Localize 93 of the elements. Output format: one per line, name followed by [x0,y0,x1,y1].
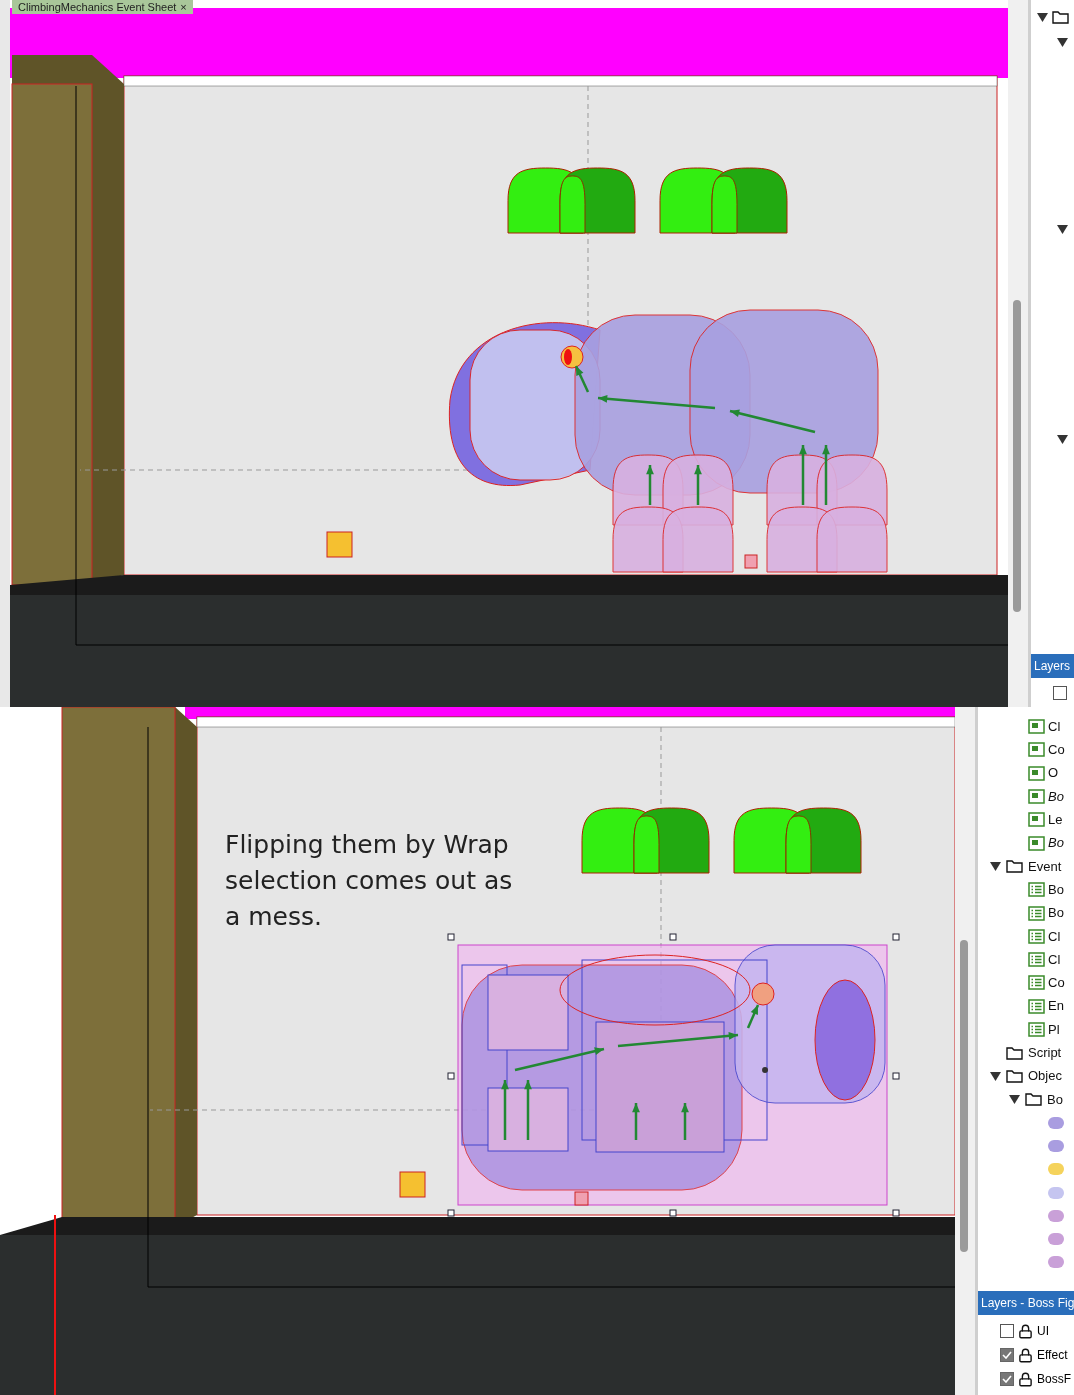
sprite-thumbnail-icon[interactable] [1048,1209,1064,1222]
square-sprite [399,1171,426,1198]
arrow-icon [729,409,816,434]
checkbox[interactable] [1053,685,1067,700]
layout-icon [1028,789,1045,805]
sprite-thumbnail-icon[interactable] [1048,1186,1064,1199]
layer-name[interactable]: BossF [1037,1370,1071,1388]
arrow-icon [646,465,654,505]
tree-item[interactable]: Pl [1048,1019,1060,1040]
resize-handle[interactable] [447,933,455,941]
event-sheet-icon [1028,952,1045,968]
folder-icon [1025,1092,1042,1107]
scrollbar-thumb[interactable] [960,940,968,1252]
event-sheet-icon [1028,975,1045,991]
expand-arrow-icon[interactable] [1057,435,1068,444]
arrow-icon [514,1047,605,1072]
folder-icon [1006,1069,1023,1084]
tree-item[interactable]: Co [1048,973,1065,993]
tree-item[interactable]: Co [1048,740,1065,760]
expand-arrow-icon[interactable] [1057,225,1068,234]
checkbox[interactable] [1000,1372,1014,1386]
resize-handle[interactable] [447,1209,455,1217]
arrow-icon [597,394,716,410]
tree-item[interactable]: O [1048,763,1059,783]
sprite-thumbnail-icon[interactable] [1048,1163,1064,1176]
layout-icon [1028,719,1045,735]
layout-icon [1028,812,1045,828]
folder-icon [1052,10,1069,24]
event-sheet-icon [1028,928,1045,944]
resize-handle[interactable] [892,933,900,941]
layout-icon [1028,742,1045,758]
arrow-icon [501,1080,509,1140]
layers-panel-title[interactable]: Layers [1031,654,1074,678]
close-icon[interactable]: × [180,1,187,13]
annotation-text: Flipping them by Wrap selection comes out as a mess. [225,829,514,933]
tree-item[interactable]: Bo [1048,879,1064,900]
lock-icon[interactable] [1018,1323,1033,1339]
tree-item[interactable]: En [1048,996,1064,1016]
event-sheet-icon [1028,1022,1045,1037]
expand-arrow-icon[interactable] [990,1071,1001,1081]
arrow-icon [799,445,807,505]
tree-item[interactable]: Cl [1048,949,1061,970]
square-sprite [326,531,353,558]
event-sheet-icon [1028,882,1045,898]
layer-name[interactable]: UI [1037,1322,1049,1340]
folder-icon [1006,859,1023,874]
lock-icon[interactable] [1018,1347,1033,1363]
checkbox[interactable] [1000,1324,1014,1338]
sprite-thumbnail-icon[interactable] [1048,1233,1064,1246]
layout-icon [1028,765,1045,781]
folder-icon [1006,1045,1023,1060]
lock-icon[interactable] [1018,1371,1033,1387]
small-square-sprite [574,1191,589,1206]
resize-handle[interactable] [669,933,677,941]
resize-handle[interactable] [447,1072,455,1080]
layout-icon [1028,835,1045,851]
sprite-thumbnail-icon[interactable] [1048,1256,1064,1269]
tree-item[interactable]: Event [1028,856,1062,877]
expand-arrow-icon[interactable] [1037,12,1048,22]
expand-arrow-icon[interactable] [1057,38,1068,47]
arrow-icon [681,1103,689,1140]
tree-item[interactable]: Bo [1048,833,1064,853]
expand-arrow-icon[interactable] [990,861,1001,871]
arrow-icon [632,1103,640,1140]
editor-tab[interactable]: ClimbingMechanics Event Sheet × [12,0,193,14]
tree-item[interactable]: Objec [1028,1066,1062,1086]
tree-item[interactable]: Bo [1048,903,1064,923]
expand-arrow-icon[interactable] [1009,1094,1020,1104]
checkbox[interactable] [1000,1348,1014,1362]
layer-name[interactable]: Effect [1037,1346,1068,1364]
tree-item[interactable]: Cl [1048,716,1061,737]
arrow-icon [617,1031,739,1048]
tree-item[interactable]: Cl [1048,926,1061,947]
arrow-icon [524,1080,532,1140]
arrow-icon [746,1004,760,1029]
arrow-icon [694,465,702,505]
tree-item[interactable]: Le [1048,810,1063,830]
layers-panel-title[interactable]: Layers - Boss Fig [978,1291,1074,1315]
resize-handle[interactable] [892,1072,900,1080]
scrollbar-thumb[interactable] [1013,300,1021,612]
resize-handle[interactable] [892,1209,900,1217]
sprite-thumbnail-icon[interactable] [1048,1116,1064,1129]
event-sheet-icon [1028,905,1045,921]
arrow-icon [574,365,590,393]
event-sheet-icon [1028,998,1045,1014]
tree-item[interactable]: Script [1028,1043,1062,1063]
small-square-sprite [744,554,758,569]
eye-sprite [560,345,584,369]
tree-item[interactable]: Bo [1047,1089,1063,1110]
tree-item[interactable]: Bo [1048,786,1064,807]
resize-handle[interactable] [669,1209,677,1217]
arrow-icon [822,445,830,505]
sprite-thumbnail-icon[interactable] [1048,1140,1064,1152]
